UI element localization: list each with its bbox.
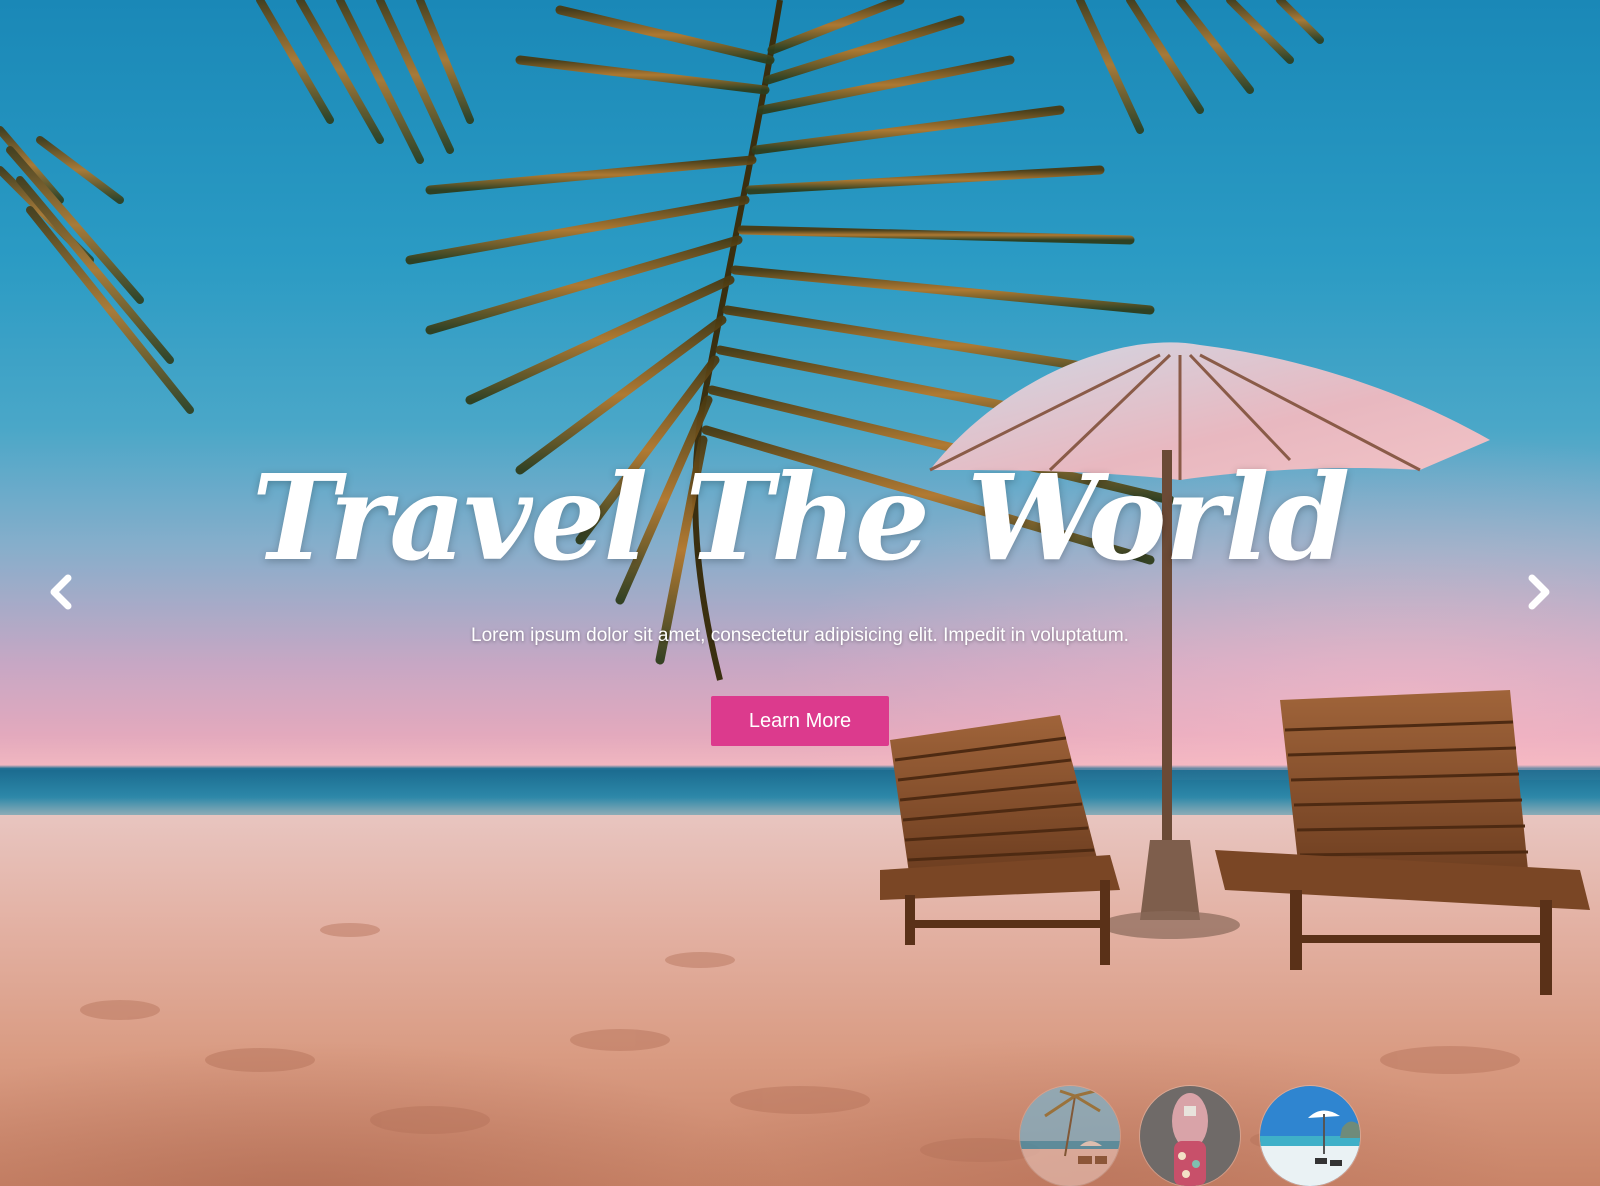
slider-next-button[interactable] <box>1520 572 1556 612</box>
shoes-thumbnail-image <box>1140 1086 1240 1186</box>
thumbnail-beach-palm[interactable] <box>1020 1086 1120 1186</box>
beach-umbrella-thumbnail-image <box>1260 1086 1360 1186</box>
slider-thumbnails <box>1020 1086 1380 1186</box>
chevron-right-icon <box>1528 574 1550 610</box>
hero-content: Travel The World Lorem ipsum dolor sit a… <box>0 0 1600 1186</box>
beach-palm-thumbnail-image <box>1020 1086 1120 1186</box>
hero-slider: Travel The World Lorem ipsum dolor sit a… <box>0 0 1600 1186</box>
learn-more-button[interactable]: Learn More <box>711 696 889 746</box>
thumbnail-beach-umbrella[interactable] <box>1260 1086 1360 1186</box>
hero-subtitle: Lorem ipsum dolor sit amet, consectetur … <box>471 625 1129 646</box>
hero-title: Travel The World <box>251 448 1350 587</box>
chevron-left-icon <box>50 574 72 610</box>
slider-prev-button[interactable] <box>44 572 80 612</box>
thumbnail-shoes[interactable] <box>1140 1086 1240 1186</box>
